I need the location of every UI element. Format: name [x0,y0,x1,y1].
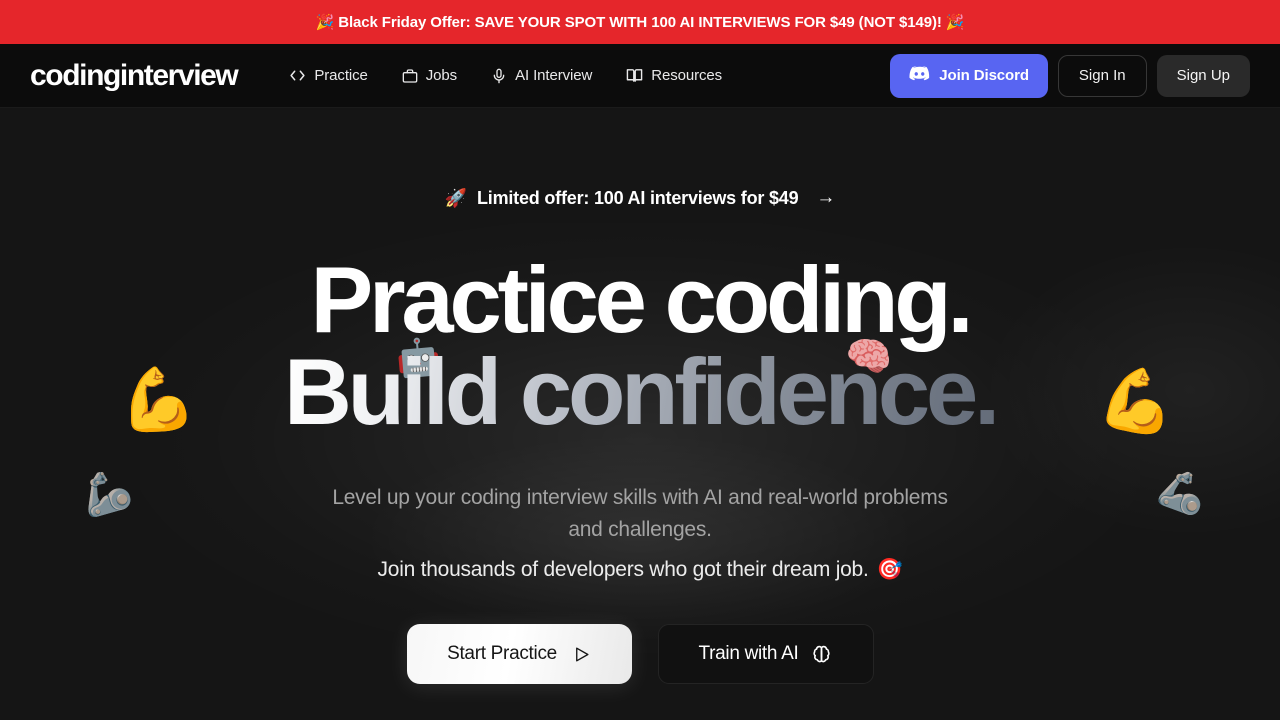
hero-content: 🚀 Limited offer: 100 AI interviews for $… [0,108,1280,720]
code-brackets-icon [289,67,306,84]
train-with-ai-button[interactable]: Train with AI [657,624,874,685]
join-discord-label: Join Discord [939,67,1029,84]
hero-subtitle-strong: Join thousands of developers who got the… [378,558,903,582]
join-discord-button[interactable]: Join Discord [890,53,1048,98]
sign-up-button[interactable]: Sign Up [1156,54,1250,97]
sign-in-label: Sign In [1078,67,1126,84]
hero-cta-row: Start Practice Train with AI [406,624,874,685]
promo-banner-text: 🎉 Black Friday Offer: SAVE YOUR SPOT WIT… [315,14,965,31]
microphone-icon [491,68,507,84]
nav-item-ai-interview[interactable]: AI Interview [491,67,592,84]
nav-item-resources[interactable]: Resources [626,67,722,84]
arrow-right-icon: → [816,187,836,208]
hero-subtitle: Level up your coding interview skills wi… [332,486,948,542]
nav-item-ai-interview-label: AI Interview [515,67,593,84]
headline-line-2: Build confidence. [284,339,1000,445]
promo-banner[interactable]: 🎉 Black Friday Offer: SAVE YOUR SPOT WIT… [0,0,1280,44]
hero-subtitle-strong-label: Join thousands of developers who got the… [377,558,869,582]
nav-item-resources-label: Resources [651,67,723,84]
nav-item-practice[interactable]: Practice [289,67,368,84]
nav-item-practice-label: Practice [314,67,368,84]
discord-icon [909,63,930,88]
page-title: Practice coding. Build confidence. [284,247,1000,445]
brain-circuit-icon [811,644,832,665]
nav-item-jobs[interactable]: Jobs [402,67,457,84]
hero-section: 💪🦾💪🦾🤖🧠 🚀 Limited offer: 100 AI interview… [0,108,1280,720]
sign-up-label: Sign Up [1176,67,1230,84]
nav-item-jobs-label: Jobs [425,67,458,84]
start-practice-label: Start Practice [447,643,557,665]
direct-hit-icon: 🎯 [876,558,903,582]
nav-actions: Join Discord Sign In Sign Up [890,53,1250,98]
start-practice-button[interactable]: Start Practice [406,624,632,685]
rocket-icon: 🚀 [444,187,467,208]
main-navbar: codinginterview Practice Jobs AI Intervi… [0,44,1280,108]
train-with-ai-label: Train with AI [698,643,799,665]
headline-line-1: Practice coding. [310,247,974,352]
site-logo[interactable]: codinginterview [30,60,239,91]
briefcase-icon [402,68,418,84]
play-icon [572,645,591,664]
nav-links: Practice Jobs AI Interview Resources [289,67,722,84]
limited-offer-pill[interactable]: 🚀 Limited offer: 100 AI interviews for $… [433,182,847,214]
book-icon [626,67,643,84]
limited-offer-label: Limited offer: 100 AI interviews for $49 [476,187,799,208]
sign-in-button[interactable]: Sign In [1057,54,1147,97]
